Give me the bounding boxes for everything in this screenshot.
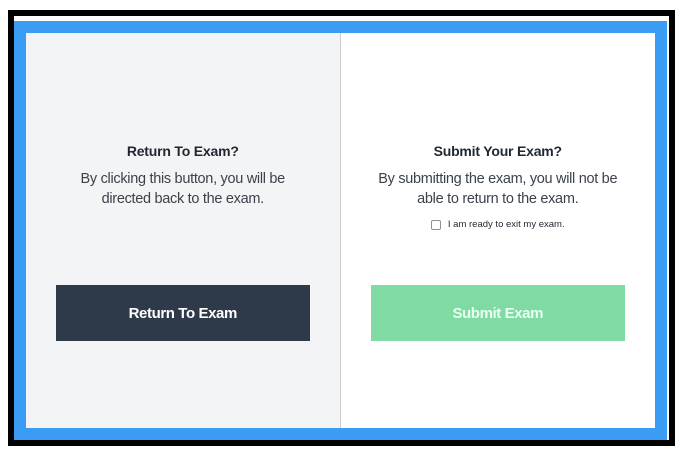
exit-confirmation-row: I am ready to exit my exam. [430,219,565,230]
exam-dialog: Return To Exam? By clicking this button,… [14,21,667,440]
exit-confirmation-label[interactable]: I am ready to exit my exam. [448,219,565,230]
submit-exam-panel: Submit Your Exam? By submitting the exam… [340,33,655,428]
return-to-exam-button[interactable]: Return To Exam [55,285,310,341]
submit-panel-description: By submitting the exam, you will not be … [378,171,618,207]
return-to-exam-panel: Return To Exam? By clicking this button,… [26,33,341,428]
submit-exam-button[interactable]: Submit Exam [370,285,625,341]
exit-confirmation-checkbox[interactable] [430,219,441,230]
return-panel-title: Return To Exam? [126,143,239,159]
return-panel-description: By clicking this button, you will be dir… [80,171,286,207]
submit-panel-title: Submit Your Exam? [433,143,563,159]
